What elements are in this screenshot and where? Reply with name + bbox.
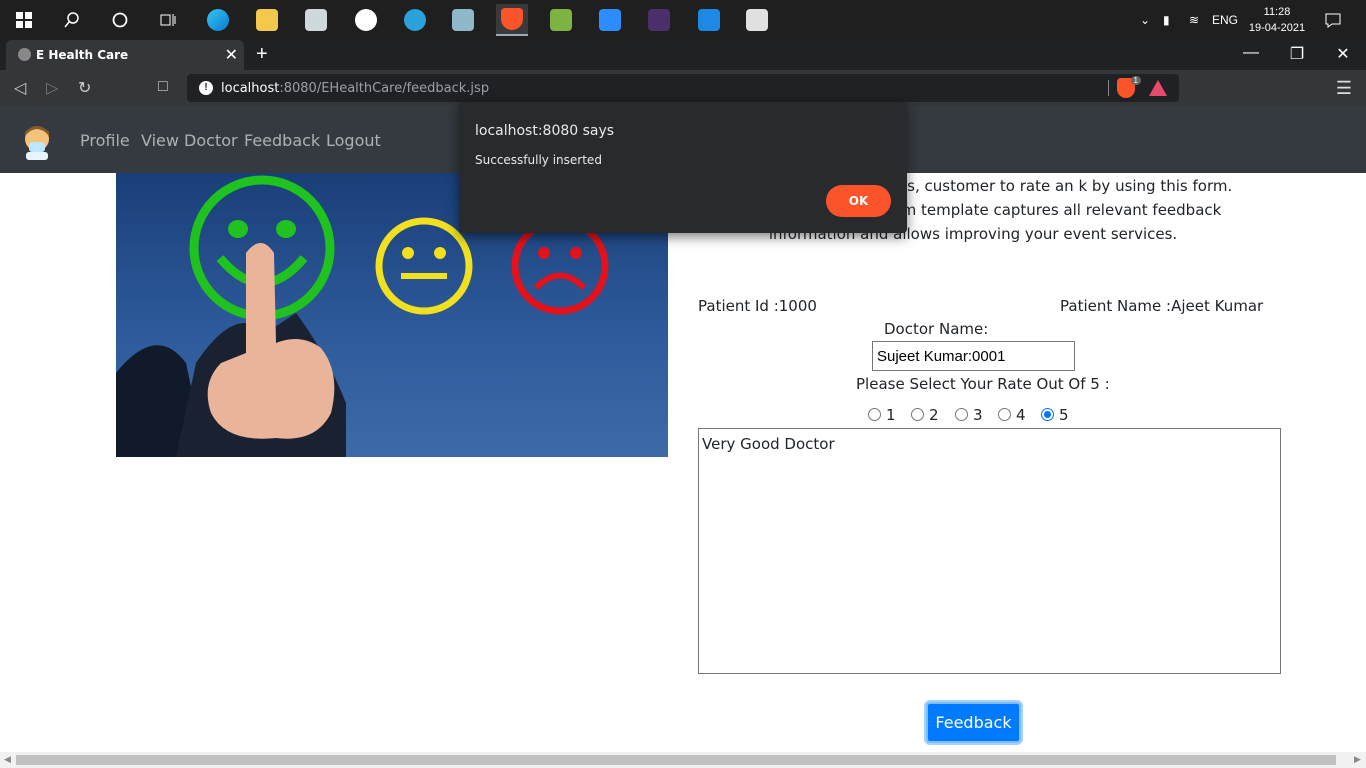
rate-radio-5[interactable] <box>1041 408 1054 421</box>
rate-label: Please Select Your Rate Out Of 5 : <box>856 375 1110 393</box>
windows-start-icon[interactable] <box>8 4 40 36</box>
url-path: :8080/EHealthCare/feedback.jsp <box>279 81 490 96</box>
site-info-icon[interactable]: ! <box>199 81 213 95</box>
scroll-left-icon[interactable]: ◀ <box>4 754 11 765</box>
monitor-app-icon[interactable] <box>300 4 332 36</box>
nav-view-doctor[interactable]: View Doctor <box>141 131 238 150</box>
app-w-icon[interactable] <box>350 4 382 36</box>
scrollbar-thumb[interactable] <box>16 755 1336 765</box>
clock-time: 11:28 <box>1263 6 1291 18</box>
new-tab-icon[interactable]: + <box>256 43 268 66</box>
omnibox-divider <box>1108 80 1109 96</box>
rate-radio-2[interactable] <box>911 408 924 421</box>
url-text[interactable]: localhost:8080/EHealthCare/feedback.jsp <box>221 81 489 96</box>
rate-option-label: 4 <box>1016 406 1026 424</box>
browser-tab-strip: E Health Care ✕ + — ❐ ✕ <box>0 40 1366 70</box>
doctor-name-label: Doctor Name: <box>884 320 989 338</box>
horizontal-scrollbar[interactable]: ◀ ▶ <box>0 752 1366 768</box>
url-host: localhost <box>221 81 280 96</box>
doctor-logo-icon[interactable] <box>20 122 54 160</box>
clock[interactable]: 11:28 19-04-2021 <box>1246 4 1308 36</box>
rate-option-label: 2 <box>929 406 939 424</box>
rate-option-label: 1 <box>886 406 896 424</box>
rate-radio-4[interactable] <box>998 408 1011 421</box>
sheet-app-icon[interactable] <box>545 4 577 36</box>
rate-option-label: 3 <box>973 406 983 424</box>
edge-browser-icon[interactable] <box>202 4 234 36</box>
restore-icon[interactable]: ❐ <box>1274 44 1320 64</box>
nav-feedback[interactable]: Feedback <box>244 131 320 150</box>
doctor-name-field[interactable] <box>872 341 1075 371</box>
patient-id: Patient Id :1000 <box>698 297 817 315</box>
bookmark-icon[interactable]: □ <box>158 78 168 96</box>
rate-radio-1[interactable] <box>868 408 881 421</box>
nav-logout[interactable]: Logout <box>326 131 381 150</box>
telegram-icon[interactable] <box>399 4 431 36</box>
rate-option-label: 5 <box>1059 406 1069 424</box>
alert-dialog: localhost:8080 says Successfully inserte… <box>459 102 907 233</box>
clock-date: 19-04-2021 <box>1248 22 1306 34</box>
wifi-icon[interactable]: ≋ <box>1189 0 1199 40</box>
notes-app-icon[interactable] <box>447 4 479 36</box>
forward-icon[interactable]: ▷ <box>46 78 58 98</box>
shield-count-badge: 1 <box>1130 76 1141 85</box>
nav-profile[interactable]: Profile <box>80 131 130 150</box>
task-view-icon[interactable] <box>152 4 184 36</box>
search-icon[interactable] <box>56 4 88 36</box>
battery-icon[interactable]: ▮ <box>1163 0 1170 40</box>
language-indicator[interactable]: ENG <box>1212 0 1238 40</box>
scroll-right-icon[interactable]: ▶ <box>1354 754 1361 765</box>
back-icon[interactable]: ◁ <box>14 78 26 98</box>
close-tab-icon[interactable]: ✕ <box>225 45 238 65</box>
game-app-icon[interactable] <box>643 4 675 36</box>
tab-title: E Health Care <box>36 48 129 62</box>
dialog-message: Successfully inserted <box>475 153 602 167</box>
cortana-icon[interactable] <box>104 4 136 36</box>
feedback-textarea[interactable]: Very Good Doctor <box>698 428 1281 674</box>
zoom-icon[interactable] <box>594 4 626 36</box>
rate-radio-3[interactable] <box>955 408 968 421</box>
reload-icon[interactable]: ↻ <box>78 78 91 98</box>
brave-browser-icon[interactable] <box>496 4 528 36</box>
browser-menu-icon[interactable]: ☰ <box>1336 78 1352 99</box>
feedback-submit-button[interactable]: Feedback <box>926 702 1021 743</box>
notifications-icon[interactable] <box>1324 0 1342 40</box>
patient-name: Patient Name :Ajeet Kumar <box>1060 297 1264 315</box>
minimize-icon[interactable]: — <box>1228 44 1274 62</box>
file-explorer-icon[interactable] <box>251 4 283 36</box>
browser-tab[interactable]: E Health Care ✕ <box>6 40 244 70</box>
dialog-ok-button[interactable]: OK <box>826 185 891 217</box>
photos-icon[interactable] <box>693 4 725 36</box>
tray-chevron-icon[interactable]: ⌄ <box>1140 0 1150 40</box>
dialog-title: localhost:8080 says <box>475 123 615 139</box>
browser-toolbar: ◁ ▷ ↻ □ ! localhost:8080/EHealthCare/fee… <box>0 70 1366 106</box>
close-window-icon[interactable]: ✕ <box>1320 44 1366 64</box>
window-app-icon[interactable] <box>741 4 773 36</box>
address-bar[interactable]: ! localhost:8080/EHealthCare/feedback.js… <box>187 74 1179 102</box>
globe-icon <box>18 48 31 61</box>
windows-taskbar: ⌄ ▮ ≋ ENG 11:28 19-04-2021 <box>0 0 1366 40</box>
brave-rewards-icon[interactable] <box>1149 80 1167 96</box>
